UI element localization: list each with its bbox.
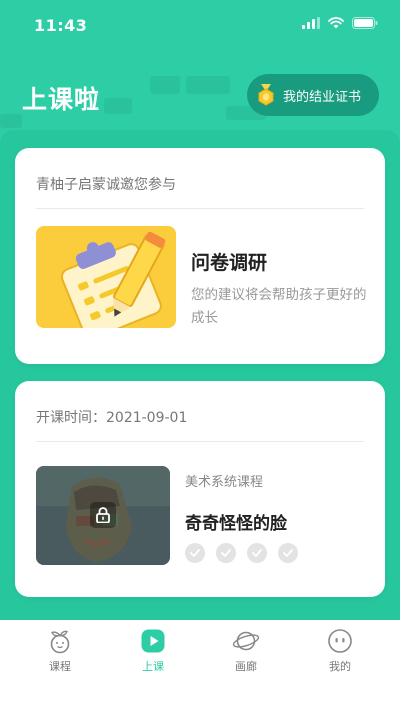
survey-title: 问卷调研	[191, 252, 268, 274]
header-decoration	[0, 114, 22, 128]
course-category: 美术系统课程	[185, 475, 264, 490]
tab-label: 课程	[49, 660, 71, 673]
page-title: 上课啦	[22, 85, 101, 114]
tab-course[interactable]: 课程	[10, 628, 110, 678]
check-icon	[278, 543, 298, 563]
divider	[36, 441, 364, 442]
status-icons	[302, 17, 378, 29]
header-decoration	[150, 76, 180, 94]
sprout-icon	[50, 630, 70, 654]
header-decoration	[186, 76, 230, 94]
planet-icon	[232, 631, 260, 651]
course-card[interactable]: 开课时间：2021-09-01 美术系统课程 奇奇怪怪的脸	[15, 381, 385, 597]
course-name: 奇奇怪怪的脸	[185, 514, 287, 534]
tab-label: 我的	[329, 660, 351, 673]
survey-card[interactable]: 青柚子启蒙诚邀您参与 问卷调研 您的建议将会帮助孩子更好的成长	[15, 148, 385, 364]
survey-description: 您的建议将会帮助孩子更好的成长	[191, 287, 367, 326]
status-time: 11:43	[34, 16, 88, 35]
face-icon	[328, 629, 352, 653]
course-thumbnail	[36, 466, 170, 565]
header: 上课啦 我的结业证书	[0, 54, 400, 134]
signal-icon	[302, 17, 320, 29]
divider	[36, 208, 364, 209]
lock-badge	[90, 502, 116, 528]
progress-checks	[185, 543, 298, 563]
check-icon	[185, 543, 205, 563]
survey-invite-text: 青柚子启蒙诚邀您参与	[36, 177, 176, 193]
medal-icon	[258, 84, 274, 106]
check-icon	[247, 543, 267, 563]
play-icon	[141, 629, 165, 653]
tab-gallery[interactable]: 画廊	[196, 628, 296, 678]
status-bar: 11:43	[0, 0, 400, 54]
survey-illustration	[36, 226, 176, 328]
tab-bar: 课程 上课 画廊 我的	[0, 620, 400, 711]
course-start-date: 开课时间：2021-09-01	[36, 410, 188, 426]
certificate-label: 我的结业证书	[283, 89, 362, 105]
tab-class[interactable]: 上课	[103, 628, 203, 678]
battery-icon	[352, 17, 378, 29]
wifi-icon	[328, 17, 344, 29]
certificate-button[interactable]: 我的结业证书	[247, 74, 379, 116]
tab-label: 画廊	[235, 660, 257, 673]
tab-label: 上课	[142, 660, 164, 673]
header-decoration	[104, 98, 132, 114]
check-icon	[216, 543, 236, 563]
tab-mine[interactable]: 我的	[290, 628, 390, 678]
lock-icon	[96, 507, 110, 523]
